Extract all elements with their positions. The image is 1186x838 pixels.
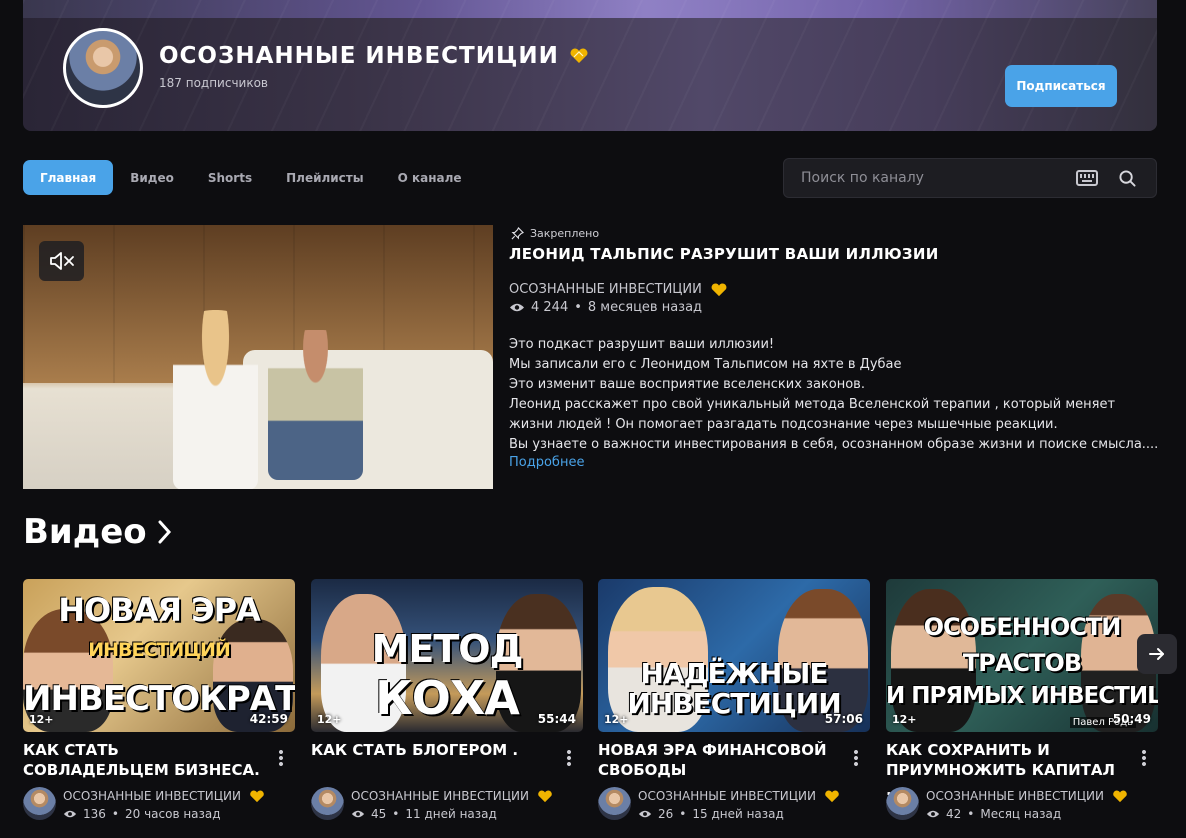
video-thumbnail[interactable]: НОВАЯ ЭРА ИНВЕСТИЦИЙ ИНВЕСТОКРАТИЯ 12+ 4… xyxy=(23,579,295,732)
pinned-label: Закреплено xyxy=(530,227,600,240)
avatar[interactable] xyxy=(311,787,344,820)
channel-search xyxy=(783,158,1157,198)
channel-name[interactable]: ОСОЗНАННЫЕ ИНВЕСТИЦИИ xyxy=(63,789,241,803)
video-thumbnail[interactable]: НАДЁЖНЫЕ ИНВЕСТИЦИИ 12+ 57:06 xyxy=(598,579,870,732)
video-title[interactable]: КАК СТАТЬ БЛОГЕРОМ . xyxy=(311,740,551,760)
heart-badge-icon xyxy=(825,790,839,802)
avatar[interactable] xyxy=(23,787,56,820)
featured-video-title[interactable]: ЛЕОНИД ТАЛЬПИС РАЗРУШИТ ВАШИ ИЛЛЮЗИИ xyxy=(509,245,939,263)
muted-speaker-icon xyxy=(49,252,74,270)
more-options-icon[interactable] xyxy=(567,749,571,767)
tab-home[interactable]: Главная xyxy=(23,160,114,195)
more-link[interactable]: Подробнее xyxy=(509,455,584,470)
heart-badge-icon xyxy=(1113,790,1127,802)
channel-name[interactable]: ОСОЗНАННЫЕ ИНВЕСТИЦИИ xyxy=(926,789,1104,803)
channel-name[interactable]: ОСОЗНАННЫЕ ИНВЕСТИЦИИ xyxy=(351,789,529,803)
heart-badge-icon xyxy=(250,790,264,802)
heart-badge-icon xyxy=(570,48,588,63)
video-thumbnail[interactable]: ОСОБЕННОСТИ ТРАСТОВ И ПРЯМЫХ ИНВЕСТИЦИЙ … xyxy=(886,579,1158,732)
featured-channel-name[interactable]: ОСОЗНАННЫЕ ИНВЕСТИЦИИ xyxy=(509,282,702,297)
age-rating: 12+ xyxy=(29,713,54,726)
tab-shorts[interactable]: Shorts xyxy=(191,160,269,195)
video-title[interactable]: КАК СТАТЬ СОВЛАДЕЛЬЦЕМ БИЗНЕСА. xyxy=(23,740,263,780)
view-count: 45 xyxy=(371,807,387,821)
duration: 50:49 xyxy=(1112,712,1151,726)
view-count: 136 xyxy=(83,807,106,821)
avatar[interactable] xyxy=(886,787,919,820)
featured-age: 8 месяцев назад xyxy=(587,300,703,315)
heart-badge-icon xyxy=(711,282,727,296)
eye-icon xyxy=(63,810,77,818)
tab-about[interactable]: О канале xyxy=(381,160,479,195)
more-options-icon[interactable] xyxy=(279,749,283,767)
channel-name[interactable]: ОСОЗНАННЫЕ ИНВЕСТИЦИИ xyxy=(638,789,816,803)
duration: 55:44 xyxy=(537,712,576,726)
subscribe-button[interactable]: Подписаться xyxy=(1005,65,1117,107)
upload-age: 11 дней назад xyxy=(405,807,497,821)
video-card[interactable]: НОВАЯ ЭРА ИНВЕСТИЦИЙ ИНВЕСТОКРАТИЯ 12+ 4… xyxy=(23,579,295,821)
channel-page: ОСОЗНАННЫЕ ИНВЕСТИЦИИ 187 подписчиков По… xyxy=(0,0,1186,838)
carousel-next-button[interactable] xyxy=(1137,634,1177,674)
age-rating: 12+ xyxy=(317,713,342,726)
channel-banner: ОСОЗНАННЫЕ ИНВЕСТИЦИИ 187 подписчиков По… xyxy=(23,0,1157,131)
avatar[interactable] xyxy=(598,787,631,820)
channel-name[interactable]: ОСОЗНАННЫЕ ИНВЕСТИЦИИ xyxy=(159,43,559,69)
featured-views: 4 244 xyxy=(531,300,569,315)
featured-meta: 4 244 • 8 месяцев назад xyxy=(509,300,702,315)
channel-avatar[interactable] xyxy=(63,28,143,108)
eye-icon xyxy=(638,810,652,818)
upload-age: 15 дней назад xyxy=(692,807,784,821)
search-icon[interactable] xyxy=(1119,170,1136,187)
pin-icon xyxy=(511,227,524,240)
video-thumbnail[interactable]: МЕТОД КОХА 12+ 55:44 xyxy=(311,579,583,732)
featured-video-player[interactable] xyxy=(23,225,493,489)
duration: 42:59 xyxy=(249,712,288,726)
arrow-right-icon xyxy=(1149,648,1164,660)
video-card[interactable]: ОСОБЕННОСТИ ТРАСТОВ И ПРЯМЫХ ИНВЕСТИЦИЙ … xyxy=(886,579,1158,821)
duration: 57:06 xyxy=(824,712,863,726)
channel-tabs: Главная Видео Shorts Плейлисты О канале xyxy=(23,160,479,195)
mute-button[interactable] xyxy=(39,241,84,281)
chevron-right-icon xyxy=(158,520,171,544)
subscriber-count: 187 подписчиков xyxy=(159,76,268,90)
more-options-icon[interactable] xyxy=(1142,749,1146,767)
tab-playlists[interactable]: Плейлисты xyxy=(269,160,381,195)
video-card[interactable]: МЕТОД КОХА 12+ 55:44 КАК СТАТЬ БЛОГЕРОМ … xyxy=(311,579,583,821)
eye-icon xyxy=(351,810,365,818)
videos-section-title[interactable]: Видео xyxy=(23,512,173,552)
video-card[interactable]: НАДЁЖНЫЕ ИНВЕСТИЦИИ 12+ 57:06 НОВАЯ ЭРА … xyxy=(598,579,870,821)
tab-videos[interactable]: Видео xyxy=(113,160,191,195)
upload-age: Месяц назад xyxy=(980,807,1062,821)
age-rating: 12+ xyxy=(892,713,917,726)
heart-badge-icon xyxy=(538,790,552,802)
pinned-badge: Закреплено xyxy=(511,227,599,240)
keyboard-icon[interactable] xyxy=(1076,170,1098,186)
view-count: 26 xyxy=(658,807,674,821)
eye-icon xyxy=(510,303,524,312)
more-options-icon[interactable] xyxy=(854,749,858,767)
view-count: 42 xyxy=(946,807,962,821)
age-rating: 12+ xyxy=(604,713,629,726)
featured-description: Это подкаст разрушит ваши иллюзии! Мы за… xyxy=(509,337,1159,452)
video-title[interactable]: НОВАЯ ЭРА ФИНАНСОВОЙ СВОБОДЫ xyxy=(598,740,838,780)
search-input[interactable] xyxy=(801,170,1056,186)
eye-icon xyxy=(926,810,940,818)
upload-age: 20 часов назад xyxy=(124,807,221,821)
